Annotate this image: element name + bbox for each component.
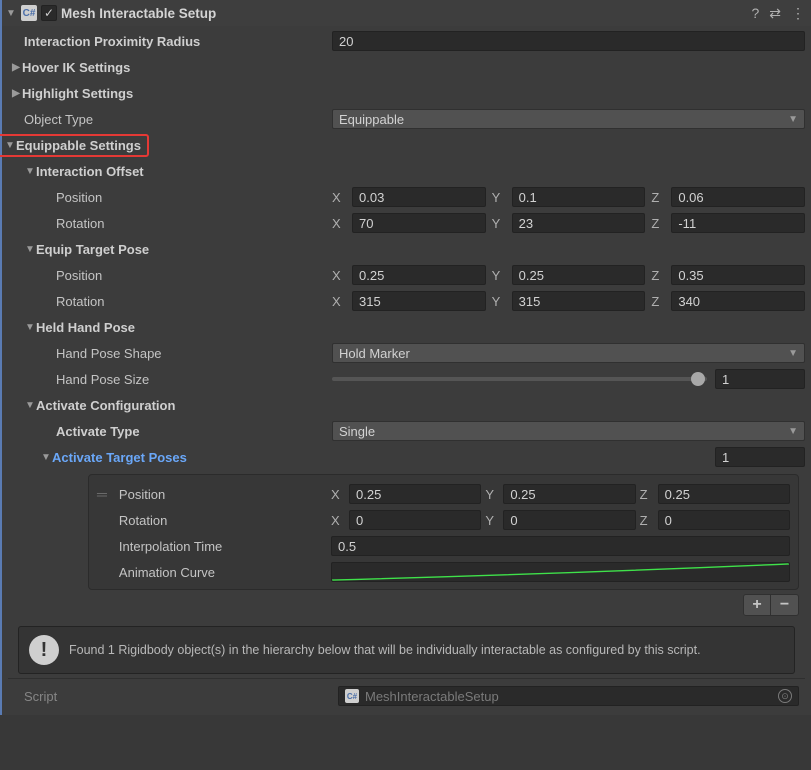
- etpos-y[interactable]: [512, 265, 646, 285]
- proximity-row: Interaction Proximity Radius: [8, 28, 805, 54]
- help-icon[interactable]: ?: [751, 5, 759, 22]
- chevron-down-icon: ▼: [4, 139, 16, 151]
- iopos-y[interactable]: [512, 187, 646, 207]
- preset-icon[interactable]: ⇄: [769, 5, 781, 22]
- chevron-right-icon: ▶: [10, 87, 22, 99]
- slider-thumb[interactable]: [691, 372, 705, 386]
- hand-pose-shape-dropdown[interactable]: Hold Marker ▼: [332, 343, 805, 363]
- iopos-x[interactable]: [352, 187, 486, 207]
- script-icon: C#: [21, 5, 37, 21]
- script-row: Script C# MeshInteractableSetup ⊙: [8, 683, 805, 709]
- object-type-dropdown[interactable]: Equippable ▼: [332, 109, 805, 129]
- highlight-row[interactable]: ▶ Highlight Settings: [8, 80, 805, 106]
- component-header[interactable]: ▼ C# ✓ Mesh Interactable Setup ? ⇄ ⋮: [2, 0, 811, 26]
- etrot-y[interactable]: [512, 291, 646, 311]
- etrot-z[interactable]: [671, 291, 805, 311]
- hover-ik-label: Hover IK Settings: [22, 60, 130, 75]
- remove-item-button[interactable]: −: [771, 594, 799, 616]
- hover-ik-row[interactable]: ▶ Hover IK Settings: [8, 54, 805, 80]
- etrot-x[interactable]: [352, 291, 486, 311]
- iopos-z[interactable]: [671, 187, 805, 207]
- mesh-interactable-setup-component: ▼ C# ✓ Mesh Interactable Setup ? ⇄ ⋮ Int…: [0, 0, 811, 715]
- interaction-offset-rotation-row: Rotation X Y Z: [8, 210, 805, 236]
- pose-rot-x[interactable]: [349, 510, 481, 530]
- pose-pos-y[interactable]: [503, 484, 635, 504]
- script-icon: C#: [345, 689, 359, 703]
- chevron-down-icon: ▼: [24, 321, 36, 333]
- activate-type-row: Activate Type Single ▼: [8, 418, 805, 444]
- hand-pose-size-slider[interactable]: [332, 377, 707, 381]
- hand-pose-size-row: Hand Pose Size: [8, 366, 805, 392]
- object-type-label: Object Type: [8, 112, 328, 127]
- chevron-right-icon: ▶: [10, 61, 22, 73]
- pose-position-row: ═Position X Y Z: [97, 481, 790, 507]
- interaction-offset-header[interactable]: ▼ Interaction Offset: [8, 158, 805, 184]
- add-item-button[interactable]: +: [743, 594, 771, 616]
- equip-target-rotation-row: Rotation X Y Z: [8, 288, 805, 314]
- proximity-input[interactable]: [332, 31, 805, 51]
- iorot-y[interactable]: [512, 213, 646, 233]
- chevron-down-icon: ▼: [788, 348, 798, 359]
- iorot-z[interactable]: [671, 213, 805, 233]
- highlight-label: Highlight Settings: [22, 86, 133, 101]
- info-box: ! Found 1 Rigidbody object(s) in the hie…: [18, 626, 795, 674]
- chevron-down-icon: ▼: [788, 426, 798, 437]
- info-text: Found 1 Rigidbody object(s) in the hiera…: [69, 642, 701, 659]
- context-menu-icon[interactable]: ⋮: [791, 5, 805, 22]
- pose-pos-x[interactable]: [349, 484, 481, 504]
- chevron-down-icon: ▼: [788, 114, 798, 125]
- equip-target-position-row: Position X Y Z: [8, 262, 805, 288]
- held-hand-pose-header[interactable]: ▼ Held Hand Pose: [8, 314, 805, 340]
- enabled-checkbox[interactable]: ✓: [41, 5, 57, 21]
- proximity-label: Interaction Proximity Radius: [8, 34, 328, 49]
- activate-target-poses-header[interactable]: ▼ Activate Target Poses: [8, 444, 805, 470]
- interp-time-input[interactable]: [331, 536, 790, 556]
- chevron-down-icon: ▼: [24, 399, 36, 411]
- chevron-down-icon: ▼: [24, 165, 36, 177]
- activate-type-dropdown[interactable]: Single ▼: [332, 421, 805, 441]
- chevron-down-icon: ▼: [24, 243, 36, 255]
- drag-handle-icon[interactable]: ═: [97, 486, 105, 502]
- hand-pose-shape-row: Hand Pose Shape Hold Marker ▼: [8, 340, 805, 366]
- object-picker-icon[interactable]: ⊙: [778, 689, 792, 703]
- pose-rotation-row: ═Rotation X Y Z: [97, 507, 790, 533]
- interaction-offset-position-row: Position X Y Z: [8, 184, 805, 210]
- hand-pose-size-input[interactable]: [715, 369, 805, 389]
- chevron-down-icon: ▼: [40, 451, 52, 463]
- etpos-z[interactable]: [671, 265, 805, 285]
- equippable-settings-row[interactable]: ▼ Equippable Settings: [0, 132, 805, 158]
- activate-config-header[interactable]: ▼ Activate Configuration: [8, 392, 805, 418]
- pose-rot-y[interactable]: [503, 510, 635, 530]
- pose-list-item: ═Position X Y Z ═Rotation X Y Z ═Interpo…: [88, 474, 799, 590]
- pose-interp-row: ═Interpolation Time: [97, 533, 790, 559]
- list-footer: + −: [88, 594, 799, 616]
- equip-target-pose-header[interactable]: ▼ Equip Target Pose: [8, 236, 805, 262]
- script-reference[interactable]: C# MeshInteractableSetup ⊙: [338, 686, 799, 706]
- foldout-icon[interactable]: ▼: [5, 7, 17, 19]
- equippable-settings-label: Equippable Settings: [16, 138, 141, 153]
- pose-anim-curve-row: ═Animation Curve: [97, 559, 790, 585]
- etpos-x[interactable]: [352, 265, 486, 285]
- object-type-row: Object Type Equippable ▼: [8, 106, 805, 132]
- animation-curve-field[interactable]: [331, 562, 790, 582]
- info-icon: !: [29, 635, 59, 665]
- pose-rot-z[interactable]: [658, 510, 790, 530]
- iorot-x[interactable]: [352, 213, 486, 233]
- pose-pos-z[interactable]: [658, 484, 790, 504]
- component-title: Mesh Interactable Setup: [61, 6, 747, 21]
- poses-size-input[interactable]: [715, 447, 805, 467]
